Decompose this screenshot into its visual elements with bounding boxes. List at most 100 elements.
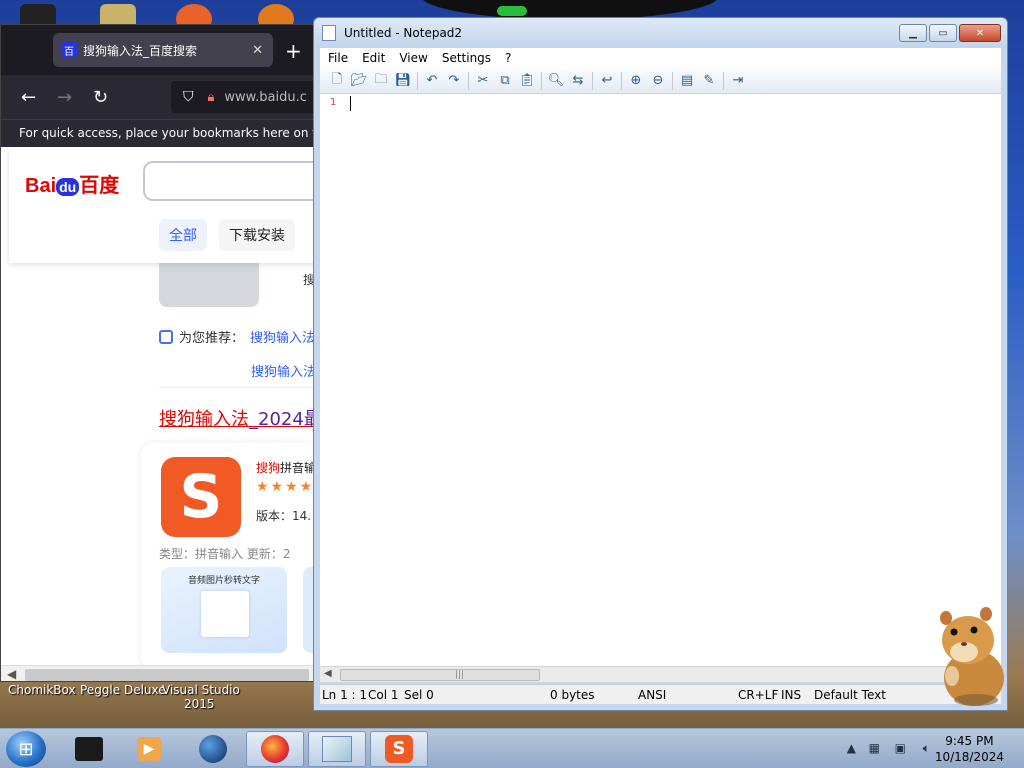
minimize-button[interactable]: ▁: [899, 24, 927, 42]
status-encoding[interactable]: ANSI: [638, 688, 666, 702]
menu-settings[interactable]: Settings: [442, 51, 491, 65]
exit-icon[interactable]: ⇥: [727, 71, 749, 91]
taskbar-chomikbox-icon[interactable]: [60, 731, 118, 767]
open-folder-icon[interactable]: 📂︎: [348, 71, 370, 91]
toolbar-separator: [592, 71, 593, 90]
show-hidden-icons-icon[interactable]: ▲: [847, 741, 856, 755]
line-number: 1: [330, 97, 337, 108]
redo-icon[interactable]: ↷: [443, 71, 465, 91]
toolbar-separator: [417, 71, 418, 90]
scroll-thumb[interactable]: [25, 669, 309, 681]
sogou-logo-icon[interactable]: S: [161, 457, 241, 537]
clock[interactable]: 9:45 PM 10/18/2024: [935, 733, 1004, 765]
maximize-button[interactable]: ▭: [929, 24, 957, 42]
status-scheme[interactable]: Default Text: [814, 688, 886, 702]
desktop-label-chomikbox[interactable]: ChomikBox: [8, 683, 76, 697]
url-bar[interactable]: ⛉ 🔒︎ www.baidu.c: [171, 81, 313, 113]
baidu-favicon-icon: 百: [61, 42, 77, 58]
notepad-app-icon[interactable]: [322, 25, 336, 41]
scroll-thumb[interactable]: |||: [340, 669, 540, 681]
tab-all[interactable]: 全部: [159, 219, 207, 251]
card-title[interactable]: 搜狗拼音输: [256, 459, 313, 476]
scheme-icon[interactable]: ▤: [676, 71, 698, 91]
tab-baidu[interactable]: 百 搜狗输入法_百度搜索 ✕: [53, 33, 273, 67]
volume-icon[interactable]: 🔈︎: [923, 741, 930, 756]
menu-help[interactable]: ?: [505, 51, 511, 65]
desktop-label-visual-studio-year[interactable]: 2015: [184, 697, 215, 711]
recommend-icon: [159, 329, 173, 344]
recommend-link-1[interactable]: 搜狗输入法: [250, 327, 313, 346]
shield-icon[interactable]: ⛉: [183, 89, 194, 105]
toolbar-separator: [723, 71, 724, 90]
scroll-grip-icon: |||: [455, 670, 465, 680]
tray-app-icon[interactable]: ▦: [869, 741, 880, 755]
result-title-link[interactable]: 搜狗输入法_2024最: [159, 405, 313, 431]
window-controls: ▁ ▭ ✕: [899, 24, 1001, 42]
save-icon[interactable]: 💾︎: [392, 71, 414, 91]
logo-baidu-cn: 百度: [79, 175, 120, 197]
logo-paw-icon: du: [56, 178, 80, 196]
new-file-icon[interactable]: 🗋: [326, 71, 348, 91]
taskbar-globe-icon[interactable]: [184, 731, 242, 767]
desktop-label-visual-studio[interactable]: Visual Studio: [162, 683, 240, 697]
editor-horizontal-scrollbar[interactable]: ◀ |||: [320, 666, 1001, 682]
status-bar: Ln 1 : 1 Col 1 Sel 0 0 bytes ANSI CR+LF …: [320, 684, 1001, 704]
start-button[interactable]: ⊞: [6, 731, 46, 767]
status-mode[interactable]: INS: [781, 688, 801, 702]
undo-icon[interactable]: ↶: [421, 71, 443, 91]
desktop-label-peggle[interactable]: Peggle Deluxe: [80, 683, 166, 697]
baidu-logo[interactable]: Bai du 百度: [25, 169, 119, 198]
zoom-in-icon[interactable]: ⊕: [625, 71, 647, 91]
tab-title: 搜狗输入法_百度搜索: [83, 43, 198, 58]
menu-file[interactable]: File: [328, 51, 348, 65]
network-icon[interactable]: ▣: [895, 741, 906, 755]
url-text: www.baidu.c: [224, 89, 307, 105]
back-icon[interactable]: ←: [21, 87, 57, 108]
recommend-link-2[interactable]: 搜狗输入法: [251, 361, 313, 380]
chomikbox-box-icon: [75, 737, 103, 761]
new-tab-button[interactable]: +: [285, 39, 302, 63]
customize-scheme-icon[interactable]: ✎: [698, 71, 720, 91]
taskbar-sogou-icon[interactable]: S: [370, 731, 428, 767]
thumbnail-window: [201, 591, 249, 637]
find-icon[interactable]: 🔍︎: [545, 71, 567, 91]
forward-icon[interactable]: →: [57, 87, 93, 108]
feature-thumbnail[interactable]: 音频图片秒转文字: [161, 567, 287, 653]
logo-bai: Bai: [25, 175, 57, 197]
version-text: 版本：14.: [256, 509, 312, 523]
notepad-icon: [322, 736, 352, 762]
zoom-out-icon[interactable]: ⊖: [647, 71, 669, 91]
menu-edit[interactable]: Edit: [362, 51, 385, 65]
rating-stars: ★★★★: [256, 479, 314, 495]
paste-icon[interactable]: 📋︎: [516, 71, 538, 91]
browse-icon[interactable]: 🗀: [370, 71, 392, 91]
card-title-highlight: 搜狗: [256, 461, 281, 475]
menu-view[interactable]: View: [399, 51, 427, 65]
status-line-endings[interactable]: CR+LF: [738, 688, 778, 702]
scroll-left-icon[interactable]: ◀: [7, 667, 16, 681]
close-button[interactable]: ✕: [959, 24, 1001, 42]
editor-area[interactable]: 1: [320, 94, 1001, 666]
copy-icon[interactable]: ⧉: [494, 71, 516, 91]
close-tab-icon[interactable]: ✕: [252, 43, 263, 58]
word-wrap-icon[interactable]: ↩: [596, 71, 618, 91]
reload-icon[interactable]: ↻: [93, 87, 129, 108]
taskbar-media-player-icon[interactable]: ▶: [120, 731, 178, 767]
horizontal-scrollbar[interactable]: ◀: [1, 665, 313, 681]
taskbar-firefox-icon[interactable]: [246, 731, 304, 767]
tab-download[interactable]: 下载安装: [219, 219, 295, 251]
lock-icon[interactable]: 🔒︎: [208, 90, 215, 105]
globe-icon: [199, 735, 227, 763]
taskbar-notepad2-icon[interactable]: [308, 731, 366, 767]
hamster-mascot-icon[interactable]: [928, 604, 1008, 708]
scroll-left-icon[interactable]: ◀: [324, 668, 332, 679]
cut-icon[interactable]: ✂: [472, 71, 494, 91]
play-icon: ▶: [137, 737, 161, 761]
divider: [159, 387, 313, 388]
search-input[interactable]: [143, 161, 313, 201]
toolbar-separator: [672, 71, 673, 90]
replace-icon[interactable]: ⇆: [567, 71, 589, 91]
status-selection: Sel 0: [404, 688, 434, 702]
menu-bar: File Edit View Settings ?: [320, 48, 1001, 68]
laptop-image[interactable]: [159, 257, 259, 307]
